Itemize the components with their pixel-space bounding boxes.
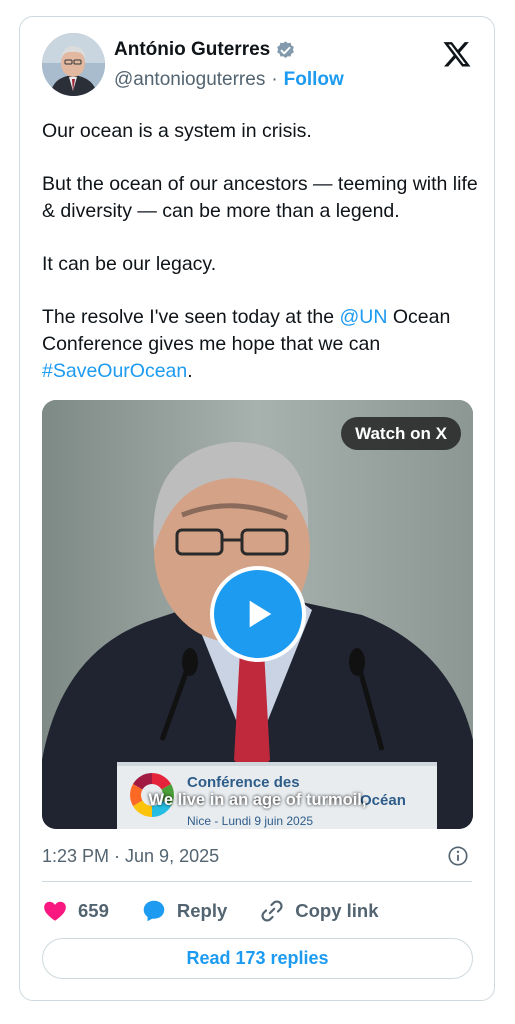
reply-bubble-icon [143,900,165,922]
mention-link-un[interactable]: @UN [339,306,387,328]
divider [42,881,472,882]
tweet-timestamp[interactable]: 1:23 PM · Jun 9, 2025 [42,846,219,867]
heart-icon [44,901,66,921]
podium-text: Conférence des [187,774,300,791]
read-replies-button[interactable]: Read 173 replies [42,938,473,979]
link-icon [261,900,283,922]
display-name[interactable]: António Guterres [114,39,270,61]
copy-link-label: Copy link [295,900,379,921]
podium-text: Nice - Lundi 9 juin 2025 [187,814,313,828]
copy-link-button[interactable]: Copy link [259,898,379,924]
hashtag-link[interactable]: #SaveOurOcean [42,360,187,382]
tweet-text: Our ocean is a system in crisis. But the… [42,118,482,385]
video-subtitle: We live in an age of turmoil, [148,791,367,809]
reply-label: Reply [176,900,228,921]
tweet-text-span: The resolve I've seen today at the [42,306,340,328]
reply-button[interactable]: Reply [141,898,227,924]
tweet-paragraph: It can be our legacy. [42,253,217,275]
like-count: 659 [78,900,109,921]
author-handle[interactable]: @antonioguterres [114,69,265,91]
handle-separator: · [271,69,278,90]
info-icon[interactable] [447,845,469,867]
x-logo-icon[interactable] [442,39,472,69]
tweet-paragraph: Our ocean is a system in crisis. [42,120,312,142]
action-bar: 659 Reply Copy link [42,897,379,925]
avatar[interactable] [42,33,105,96]
play-button[interactable] [210,566,306,662]
follow-link[interactable]: Follow [284,69,344,91]
tweet-paragraph: The resolve I've seen today at the @UN O… [42,304,482,385]
tweet-text-span: . [187,360,193,382]
play-icon [249,600,272,628]
video-player[interactable]: Conférence des Océan Nice - Lundi 9 juin… [42,400,473,829]
tweet-paragraph: But the ocean of our ancestors — teeming… [42,173,478,222]
watch-on-x-button[interactable]: Watch on X [341,417,461,450]
avatar-image [42,33,105,96]
like-button[interactable]: 659 [42,898,109,924]
tweet-card[interactable]: António Guterres @antonioguterres · Foll… [19,16,495,1001]
verified-badge-icon [277,40,295,58]
